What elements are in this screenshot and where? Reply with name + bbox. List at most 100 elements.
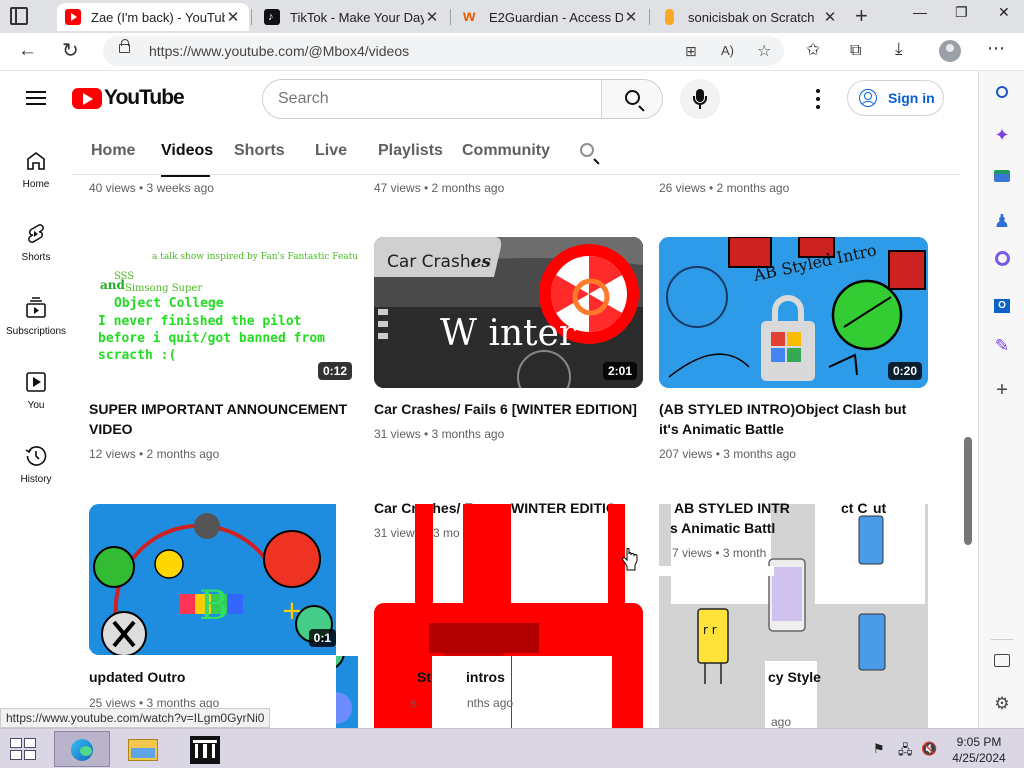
network-icon[interactable]: 🖧 [898,741,913,763]
account-icon [859,89,877,107]
search-icon[interactable] [992,84,1012,104]
page-scrollbar-thumb[interactable] [964,437,972,545]
tab-title: sonicisbak on Scratch [688,9,815,25]
restore-button[interactable]: ❐ [955,4,968,21]
volume-muted-icon[interactable]: 🔇 [921,741,937,757]
favorites-icon[interactable]: ✩ [806,40,820,60]
tab-divider [649,9,650,25]
games-icon[interactable]: ♟ [992,211,1012,231]
url-text[interactable]: https://www.youtube.com/@Mbox4/videos [149,43,409,59]
flag-icon[interactable]: ⚑ [873,741,885,757]
close-tab-icon[interactable]: ✕ [424,8,440,26]
browser-tab-e2guardian[interactable]: w E2Guardian - Access De ✕ [455,3,647,31]
video-thumbnail[interactable]: B + 0:1 [89,504,336,655]
guide-menu-icon[interactable] [26,91,46,105]
status-url-tooltip: https://www.youtube.com/watch?v=ILgm0Gyr… [0,708,271,728]
svg-text:B: B [199,583,228,629]
minimize-button[interactable]: — [913,4,927,20]
settings-menu-icon[interactable] [808,88,828,110]
video-thumbnail[interactable]: Car Crashes W inter 2:01 [374,237,643,388]
video-thumbnail[interactable]: AB Styled Intro 0:20 [659,237,928,388]
thumbnail-simsong: Simsong Super [125,283,202,294]
svg-text:r r: r r [703,623,717,637]
guide-item-you[interactable]: You [0,370,72,411]
youtube-page: YouTube Sign in Home [0,71,978,728]
tabs-divider [72,174,960,175]
ghost-title: WINTER EDITIO [511,500,617,516]
designer-icon[interactable]: ✎ [992,336,1012,356]
guide-item-home[interactable]: Home [0,149,72,190]
voice-search-button[interactable] [680,79,720,119]
browser-tab-tiktok[interactable]: ♪ TikTok - Make Your Day ✕ [256,3,448,31]
video-title[interactable]: SUPER IMPORTANT ANNOUNCEMENT VIDEO [89,399,349,439]
tab-home[interactable]: Home [91,142,135,160]
back-icon[interactable]: ← [18,40,37,62]
video-title[interactable]: updated Outro [89,667,329,687]
sign-in-label: Sign in [888,90,935,106]
tab-divider [251,9,252,25]
search-button[interactable] [601,80,662,118]
copilot-icon[interactable]: ✦ [992,125,1012,145]
search-input[interactable] [263,80,601,118]
refresh-icon[interactable]: ↻ [62,38,79,63]
taskbar-file-explorer[interactable] [115,731,171,767]
more-icon[interactable]: ⋯ [987,38,1005,59]
tab-live[interactable]: Live [315,142,347,160]
tab-title: Zae (I'm back) - YouTub [91,9,225,25]
youtube-icon [65,9,81,25]
system-clock[interactable]: 9:05 PM 4/25/2024 [946,734,1012,766]
close-window-button[interactable]: ✕ [998,4,1010,21]
guide-item-shorts[interactable]: Shorts [0,222,72,263]
downloads-icon[interactable]: ⤓ [895,39,903,59]
video-thumbnail[interactable]: a talk show inspired by Fan's Fantastic … [89,237,358,388]
settings-icon[interactable]: ⚙ [992,694,1012,714]
new-tab-button[interactable]: + [855,5,868,27]
ghost-meta: 3 mo [433,526,460,540]
profile-icon[interactable] [939,40,961,62]
guide-item-history[interactable]: History [0,444,72,485]
video-meta: 31 views • 3 months ago [374,427,505,441]
video-title[interactable]: (AB STYLED INTRO)Object Clash but it's A… [659,399,921,439]
close-tab-icon[interactable]: ✕ [623,8,639,26]
outlook-icon[interactable]: O [992,294,1012,314]
tab-actions-icon[interactable] [10,7,28,25]
video-meta: 207 views • 3 months ago [659,447,796,461]
search-box [262,79,663,119]
sign-in-button[interactable]: Sign in [847,80,944,116]
tab-shorts[interactable]: Shorts [234,142,285,160]
close-tab-icon[interactable]: ✕ [225,8,241,26]
read-aloud-icon[interactable]: A) [721,43,734,58]
ghost-title: AB STYLED INTR [674,500,790,516]
address-field[interactable]: https://www.youtube.com/@Mbox4/videos ⊞ … [103,36,784,66]
glitch-block [432,656,467,728]
favorite-icon[interactable]: ☆ [757,41,771,61]
m365-icon[interactable] [992,251,1012,271]
lock-icon[interactable] [119,39,130,53]
start-icon[interactable] [10,738,38,760]
guide-label: Shorts [21,252,51,263]
ghost-meta: nths ago [467,696,514,710]
browser-tab-youtube[interactable]: Zae (I'm back) - YouTub ✕ [57,3,249,31]
guide-item-subscriptions[interactable]: Subscriptions [0,296,72,337]
browser-tab-scratch[interactable]: sonicisbak on Scratch ✕ [654,3,846,31]
subscriptions-icon [24,296,48,320]
taskbar-edge[interactable] [54,731,110,767]
taskbar-library[interactable] [176,731,232,767]
split-screen-icon[interactable] [992,653,1012,673]
video-title[interactable]: Car Crashes/ Fails 6 [WINTER EDITION] [374,399,643,419]
channel-search-icon[interactable] [580,143,594,157]
add-icon[interactable]: + [992,380,1012,400]
tab-playlists[interactable]: Playlists [378,142,443,160]
glitch-bar [463,504,511,604]
browser-tab-strip: Zae (I'm back) - YouTub ✕ ♪ TikTok - Mak… [0,0,1024,33]
collections-icon[interactable]: ⧉ [850,42,861,60]
shopping-icon[interactable] [992,168,1012,188]
youtube-logo-icon[interactable] [72,88,102,109]
youtube-wordmark[interactable]: YouTube [104,86,185,110]
search-icon [625,90,640,105]
close-tab-icon[interactable]: ✕ [822,8,838,26]
tab-videos[interactable]: Videos [161,142,213,160]
glitch-block [512,656,612,728]
apps-icon[interactable]: ⊞ [685,43,697,60]
tab-community[interactable]: Community [462,142,550,160]
